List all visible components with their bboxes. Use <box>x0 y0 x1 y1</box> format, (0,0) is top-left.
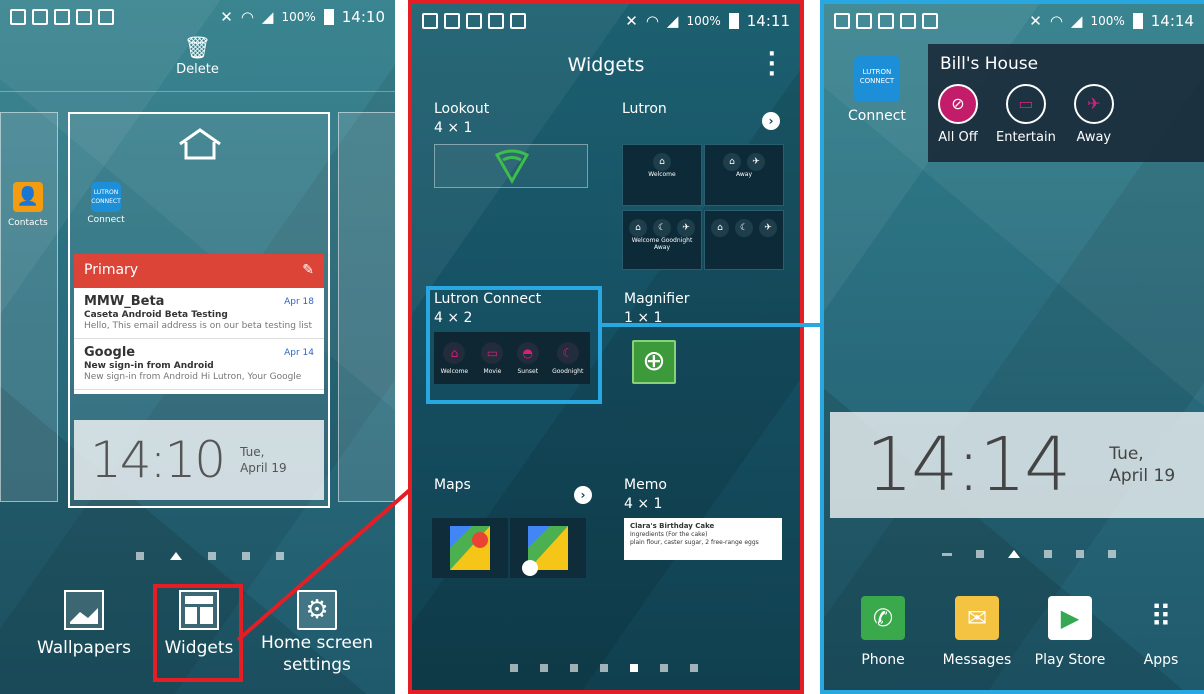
apps-grid-icon: ⠿ <box>1150 600 1172 635</box>
battery-text: 100% <box>1090 14 1125 28</box>
entertain-button[interactable]: ▭ Entertain <box>996 84 1056 145</box>
lutron-connect-app[interactable]: LUTRON CONNECT Connect <box>848 56 906 124</box>
play-store-icon: ▶ <box>1048 596 1092 640</box>
connector-blue <box>598 323 822 327</box>
maps-icon <box>450 526 490 570</box>
battery-icon <box>1132 13 1143 29</box>
signal-icon: ◢ <box>666 12 679 30</box>
signal-icon: ◢ <box>1070 12 1083 30</box>
expand-arrow-icon[interactable]: › <box>574 486 592 504</box>
notification-icons <box>834 13 938 29</box>
more-options-icon[interactable]: · · · <box>768 44 776 86</box>
connect-label: Connect <box>848 108 906 124</box>
all-off-icon: ⊘ <box>938 84 978 124</box>
expand-arrow-icon[interactable]: › <box>762 112 780 130</box>
page-indicator <box>942 550 1116 558</box>
phone-app[interactable]: ✆ Phone <box>848 596 918 668</box>
magnifier-icon[interactable]: ⊕ <box>632 340 676 384</box>
lookout-icon <box>494 149 530 185</box>
page-indicator <box>510 664 698 672</box>
battery-icon <box>728 13 739 29</box>
maps-navigation-icon <box>522 526 568 576</box>
widget-memo-label: Memo 4 × 1 <box>624 477 667 512</box>
status-time: 14:11 <box>746 12 790 30</box>
lutron-connect-highlight <box>426 286 602 404</box>
wifi-icon: ◠ <box>1049 12 1063 30</box>
maps-widget-preview[interactable] <box>510 518 586 578</box>
clock-date: Tue, April 19 <box>1109 444 1176 486</box>
memo-widget-preview[interactable]: Clara's Birthday Cake Ingredients (For t… <box>624 518 782 560</box>
widget-lookout[interactable] <box>434 144 588 188</box>
away-button[interactable]: ✈ Away <box>1073 84 1114 145</box>
phone-icon: ✆ <box>861 596 905 640</box>
airplane-icon: ✈ <box>1073 84 1114 124</box>
maps-widget-preview[interactable] <box>432 518 508 578</box>
lutron-preview[interactable]: ⌂ Welcome <box>622 144 702 206</box>
widget-lookout-label: Lookout 4 × 1 <box>434 101 490 136</box>
wifi-icon: ◠ <box>645 12 659 30</box>
tv-icon: ▭ <box>1005 84 1046 124</box>
apps-button[interactable]: ⠿ Apps <box>1126 596 1196 668</box>
widget-maps-label: Maps <box>434 477 471 493</box>
status-bar: ✕ ◠ ◢ 100% 14:11 <box>412 4 800 38</box>
lutron-preview[interactable]: ⌂ ☾ ✈ <box>704 210 784 270</box>
all-off-button[interactable]: ⊘ All Off <box>938 84 978 145</box>
home-screen-result: ✕ ◠ ◢ 100% 14:14 LUTRON CONNECT Connect Bill… <box>820 0 1204 694</box>
mute-icon: ✕ <box>1029 12 1042 30</box>
widget-lutron-label: Lutron <box>622 101 667 117</box>
home-page-dot <box>1008 550 1020 558</box>
current-page-dot <box>630 664 638 672</box>
play-store-app[interactable]: ▶ Play Store <box>1026 596 1114 668</box>
lutron-preview[interactable]: ⌂ ☾ ✈ Welcome Goodnight Away <box>622 210 702 270</box>
lutron-icon: LUTRON CONNECT <box>853 56 900 102</box>
menu-dot <box>942 552 952 556</box>
battery-text: 100% <box>686 14 721 28</box>
widget-title: Bill's House <box>940 54 1039 74</box>
widgets-screen: ✕ ◠ ◢ 100% 14:11 Widgets · · · Lookout 4 × 1 Lu… <box>408 0 804 694</box>
notification-icons <box>422 13 526 29</box>
clock-time: 14:14 <box>866 422 1071 508</box>
status-time: 14:14 <box>1150 12 1194 30</box>
status-bar: ✕ ◠ ◢ 100% 14:14 <box>824 4 1204 38</box>
clock-widget[interactable]: 14:14 Tue, April 19 <box>830 412 1204 518</box>
mute-icon: ✕ <box>625 12 638 30</box>
page-title: Widgets <box>567 54 645 76</box>
messages-app[interactable]: ✉ Messages <box>932 596 1022 668</box>
envelope-icon: ✉ <box>955 596 999 640</box>
lutron-preview[interactable]: ⌂ ✈ Away <box>704 144 784 206</box>
lutron-connect-widget[interactable]: Bill's House ⊘ All Off ▭ Entertain ✈ Away <box>928 44 1204 162</box>
